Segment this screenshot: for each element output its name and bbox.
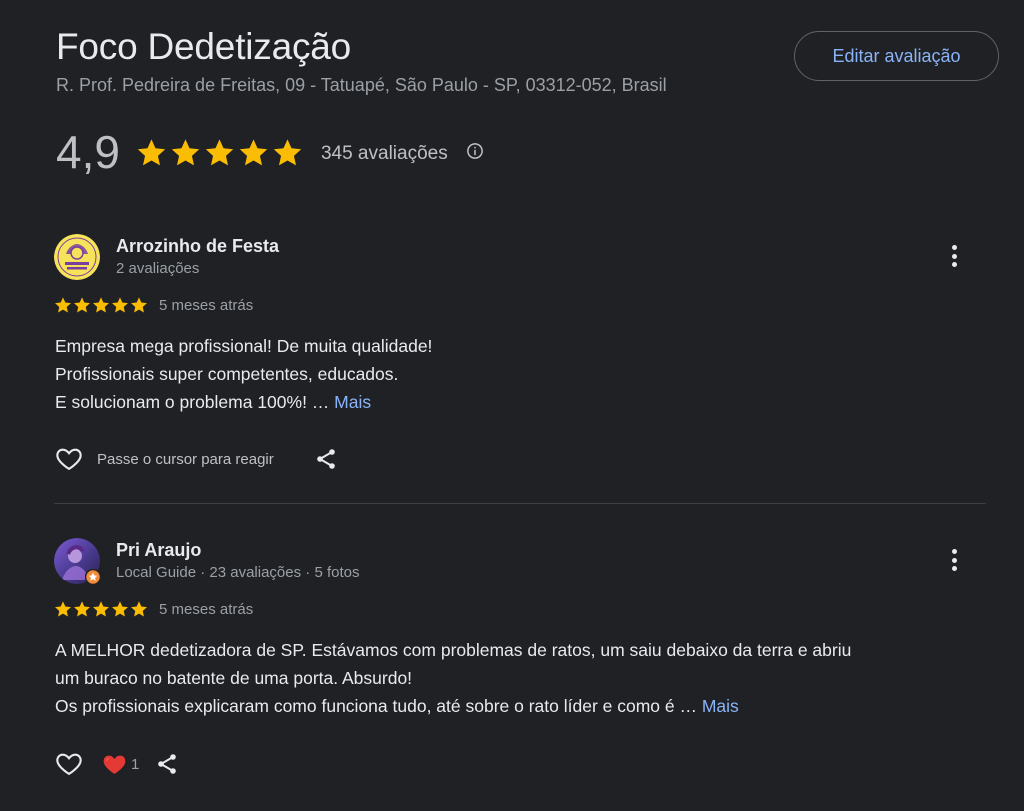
rating-stars	[136, 137, 303, 168]
star-icon	[73, 600, 91, 618]
business-name: Foco Dedetização	[56, 26, 352, 67]
review-body: Empresa mega profissional! De muita qual…	[55, 336, 433, 412]
more-link[interactable]: Mais	[702, 696, 739, 716]
review-actions: 1	[54, 750, 179, 778]
react-hint: Passe o cursor para reagir	[97, 450, 274, 468]
star-icon	[92, 600, 110, 618]
heart-outline-icon[interactable]	[54, 750, 84, 778]
more-options-icon[interactable]	[948, 242, 960, 270]
review-rating: 5 meses atrás	[54, 600, 253, 618]
arrozinho-logo-avatar	[54, 234, 100, 280]
star-icon	[54, 600, 72, 618]
review-divider	[54, 503, 986, 504]
star-icon	[170, 137, 201, 168]
share-icon[interactable]	[155, 752, 179, 776]
star-icon	[73, 296, 91, 314]
review-card: Pri Araujo Local Guide · 23 avaliações ·…	[54, 538, 986, 788]
review-actions: Passe o cursor para reagir	[54, 445, 338, 473]
review-date: 5 meses atrás	[159, 296, 254, 314]
review-stars	[54, 600, 148, 618]
review-date: 5 meses atrás	[159, 600, 254, 618]
reviewer-meta: Local Guide · 23 avaliações · 5 fotos	[116, 564, 360, 581]
review-card: Arrozinho de Festa 2 avaliações 5 meses …	[54, 234, 986, 484]
star-icon	[238, 137, 269, 168]
reaction-count: 1	[131, 755, 140, 773]
review-count: 345 avaliações	[320, 143, 448, 164]
share-icon[interactable]	[314, 447, 338, 471]
edit-review-button[interactable]: Editar avaliação	[794, 31, 999, 81]
star-icon	[272, 137, 303, 168]
star-icon	[92, 296, 110, 314]
reviewer-meta: 2 avaliações	[116, 260, 200, 277]
reviewer-name[interactable]: Pri Araujo	[116, 540, 201, 561]
review-rating: 5 meses atrás	[54, 296, 253, 314]
rating-value: 4,9	[56, 126, 120, 178]
reviewer-avatar[interactable]	[54, 234, 100, 280]
star-icon	[54, 296, 72, 314]
star-icon	[111, 296, 129, 314]
review-stars	[54, 296, 148, 314]
more-link[interactable]: Mais	[334, 392, 371, 412]
review-text: Empresa mega profissional! De muita qual…	[55, 332, 975, 416]
star-icon	[111, 600, 129, 618]
reviews-panel: Foco Dedetização R. Prof. Pedreira de Fr…	[0, 0, 1024, 811]
rating-summary: 4,9 345 avaliações	[56, 124, 484, 180]
reaction-chip[interactable]: 1	[102, 752, 139, 777]
star-icon	[130, 600, 148, 618]
reviewer-name[interactable]: Arrozinho de Festa	[116, 236, 279, 257]
star-icon	[204, 137, 235, 168]
heart-reaction-icon	[102, 752, 127, 777]
star-icon	[130, 296, 148, 314]
more-options-icon[interactable]	[948, 546, 960, 574]
info-icon[interactable]	[466, 142, 484, 160]
local-guide-badge-icon	[85, 569, 101, 585]
star-icon	[136, 137, 167, 168]
heart-outline-icon[interactable]	[54, 445, 84, 473]
business-address: R. Prof. Pedreira de Freitas, 09 - Tatua…	[56, 75, 667, 95]
review-text: A MELHOR dedetizadora de SP. Estávamos c…	[55, 636, 975, 720]
